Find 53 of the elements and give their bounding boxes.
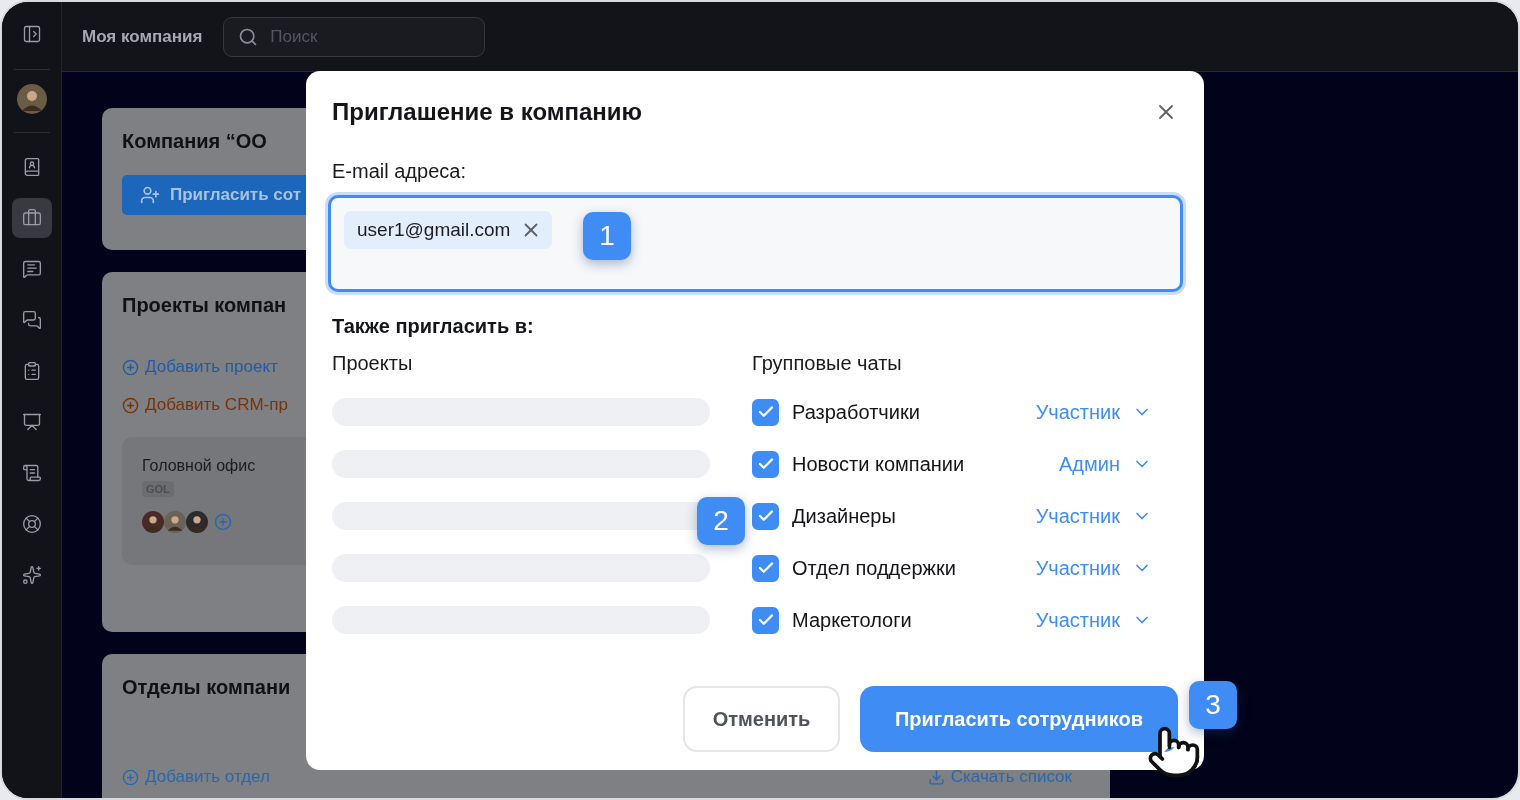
step-marker: 2 bbox=[697, 497, 745, 545]
card-title: Проекты компан bbox=[122, 294, 287, 317]
plus-icon bbox=[122, 768, 139, 786]
checkbox[interactable] bbox=[752, 606, 779, 634]
chat-name: Отдел поддержки bbox=[792, 556, 957, 580]
sidebar-toggle-icon bbox=[21, 24, 42, 44]
search-field[interactable]: Поиск bbox=[223, 16, 486, 57]
lifebuoy-icon bbox=[21, 514, 42, 534]
project-name: Головной офис bbox=[142, 457, 256, 475]
column-heading: Проекты bbox=[332, 352, 414, 376]
role-dropdown[interactable]: Участник bbox=[1035, 504, 1152, 528]
messages-icon bbox=[21, 310, 42, 330]
email-text: user1@gmail.com bbox=[357, 219, 511, 241]
step-marker: 3 bbox=[1189, 681, 1237, 729]
chat-name: Дизайнеры bbox=[792, 504, 897, 528]
column-heading: Групповые чаты bbox=[752, 352, 903, 376]
sparkles-icon bbox=[21, 565, 42, 585]
checkbox[interactable] bbox=[752, 502, 779, 530]
add-user-icon bbox=[140, 185, 160, 205]
presentation-icon bbox=[21, 412, 42, 432]
step-marker: 1 bbox=[583, 212, 631, 260]
briefcase-icon bbox=[21, 208, 42, 228]
search-icon bbox=[238, 26, 259, 47]
briefcase-button[interactable] bbox=[11, 198, 52, 238]
chat-name: Разработчики bbox=[792, 400, 921, 424]
scroll-icon bbox=[21, 463, 42, 483]
checkbox[interactable] bbox=[752, 554, 779, 582]
avatar bbox=[186, 511, 208, 533]
role-dropdown[interactable]: Админ bbox=[1059, 452, 1152, 476]
role-dropdown[interactable]: Участник bbox=[1035, 400, 1152, 424]
avatar bbox=[164, 511, 186, 533]
invite-button[interactable]: Пригласить сотрудников bbox=[860, 686, 1178, 752]
add-project-link[interactable]: Добавить CRM-пр bbox=[122, 395, 288, 415]
role-dropdown[interactable]: Участник bbox=[1035, 556, 1152, 580]
chat-name: Новости компании bbox=[792, 452, 966, 476]
checkbox[interactable] bbox=[752, 398, 779, 426]
avatar bbox=[16, 84, 47, 114]
field-label: E-mail адреса: bbox=[332, 160, 467, 183]
chat-name: Маркетологи bbox=[792, 608, 913, 632]
plus-icon bbox=[122, 358, 139, 376]
avatar bbox=[142, 511, 164, 533]
dialog-title: Приглашение в компанию bbox=[332, 98, 643, 126]
plus-icon bbox=[122, 396, 139, 414]
chat-icon bbox=[21, 259, 42, 279]
card-title: Компания “ОО bbox=[122, 130, 267, 153]
page-title: Моя компания bbox=[82, 26, 203, 47]
add-project-link[interactable]: Добавить проект bbox=[122, 357, 278, 377]
role-dropdown[interactable]: Участник bbox=[1035, 608, 1152, 632]
section-title: Также пригласить в: bbox=[332, 315, 535, 338]
checkbox[interactable] bbox=[752, 450, 779, 478]
cancel-button[interactable]: Отменить bbox=[683, 686, 840, 752]
download-icon bbox=[927, 768, 945, 786]
card-title: Отделы компани bbox=[122, 676, 291, 699]
